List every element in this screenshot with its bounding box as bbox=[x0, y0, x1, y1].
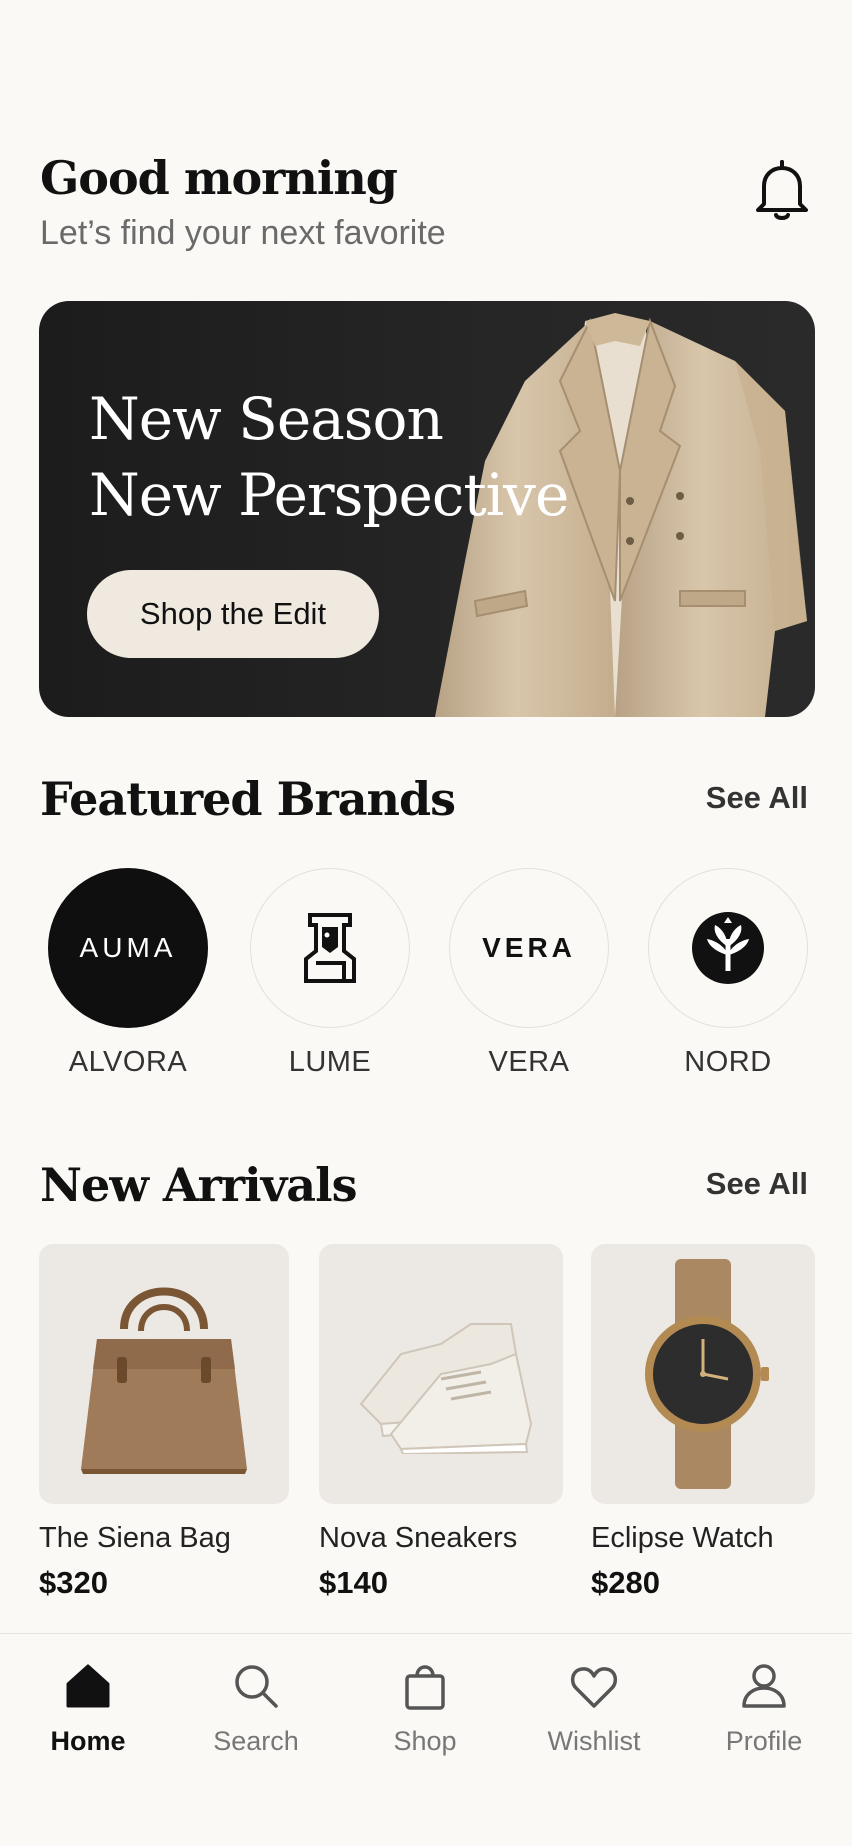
products-row: The Siena Bag $320 Nova Sneakers $140 Ec… bbox=[39, 1244, 815, 1614]
shop-the-edit-button[interactable]: Shop the Edit bbox=[87, 570, 379, 658]
brand-nord[interactable]: NORD bbox=[648, 868, 808, 1078]
nav-label: Wishlist bbox=[547, 1726, 641, 1756]
brands-row: AUMA ALVORA LUME VERA VERA NORD bbox=[48, 868, 818, 1078]
brand-lume[interactable]: LUME bbox=[250, 868, 410, 1078]
heart-icon bbox=[570, 1667, 618, 1708]
bottom-nav: Home Search Shop Wishlist Profile bbox=[0, 1633, 852, 1846]
brand-label: NORD bbox=[684, 1046, 772, 1078]
product-card-eclipse-watch[interactable]: Eclipse Watch $280 bbox=[591, 1244, 815, 1601]
brand-logo-text: AUMA bbox=[79, 932, 177, 963]
brand-vera[interactable]: VERA VERA bbox=[449, 868, 609, 1078]
section-title: Featured Brands bbox=[40, 772, 456, 826]
nav-shop[interactable]: Shop bbox=[365, 1660, 485, 1757]
product-price: $320 bbox=[39, 1565, 108, 1600]
nav-profile[interactable]: Profile bbox=[704, 1660, 824, 1757]
bell-icon[interactable] bbox=[752, 158, 812, 222]
hero-title-line2: New Perspective bbox=[89, 461, 569, 529]
brand-label: VERA bbox=[488, 1046, 570, 1078]
brand-label: LUME bbox=[288, 1046, 372, 1078]
nav-label: Search bbox=[213, 1726, 299, 1756]
nav-label: Home bbox=[50, 1726, 126, 1756]
brand-logo bbox=[250, 868, 410, 1028]
product-price: $280 bbox=[591, 1565, 660, 1600]
product-card-siena-bag[interactable]: The Siena Bag $320 bbox=[39, 1244, 289, 1601]
user-icon bbox=[742, 1664, 786, 1708]
hero-title-line1: New Season bbox=[89, 385, 444, 453]
greeting-title: Good morning bbox=[40, 151, 398, 205]
product-name: Eclipse Watch bbox=[591, 1522, 774, 1554]
nav-label: Profile bbox=[725, 1726, 803, 1756]
shopping-bag-icon bbox=[405, 1665, 445, 1710]
new-arrivals-header: New Arrivals See All bbox=[40, 1158, 812, 1218]
nav-label: Shop bbox=[393, 1726, 457, 1756]
featured-brands-header: Featured Brands See All bbox=[40, 772, 812, 832]
hero-title: New Season New Perspective bbox=[89, 381, 569, 533]
hero-banner[interactable]: New Season New Perspective Shop the Edit bbox=[39, 301, 815, 717]
header: Good morning Let’s find your next favori… bbox=[40, 150, 812, 260]
search-icon bbox=[235, 1665, 278, 1708]
sneakers-image bbox=[319, 1244, 563, 1504]
brand-label: ALVORA bbox=[68, 1046, 188, 1078]
see-all-arrivals-link[interactable]: See All bbox=[706, 1166, 808, 1202]
product-name: Nova Sneakers bbox=[319, 1522, 518, 1554]
nav-wishlist[interactable]: Wishlist bbox=[534, 1660, 654, 1757]
watch-image bbox=[591, 1244, 815, 1504]
brand-logo: VERA bbox=[449, 868, 609, 1028]
product-card-nova-sneakers[interactable]: Nova Sneakers $140 bbox=[319, 1244, 563, 1601]
brand-logo: AUMA bbox=[48, 868, 208, 1028]
handbag-image bbox=[39, 1244, 289, 1504]
brand-alvora[interactable]: AUMA ALVORA bbox=[48, 868, 208, 1078]
nav-search[interactable]: Search bbox=[196, 1660, 316, 1757]
brand-logo-text: VERA bbox=[482, 932, 576, 963]
figure-logo-icon bbox=[304, 913, 356, 983]
product-price: $140 bbox=[319, 1565, 388, 1600]
see-all-brands-link[interactable]: See All bbox=[706, 780, 808, 816]
brand-logo bbox=[648, 868, 808, 1028]
product-name: The Siena Bag bbox=[39, 1522, 231, 1554]
section-title: New Arrivals bbox=[40, 1158, 357, 1212]
home-icon bbox=[66, 1664, 110, 1708]
nav-home[interactable]: Home bbox=[28, 1660, 148, 1757]
greeting-subtitle: Let’s find your next favorite bbox=[40, 214, 446, 252]
tree-logo-icon bbox=[692, 912, 764, 984]
